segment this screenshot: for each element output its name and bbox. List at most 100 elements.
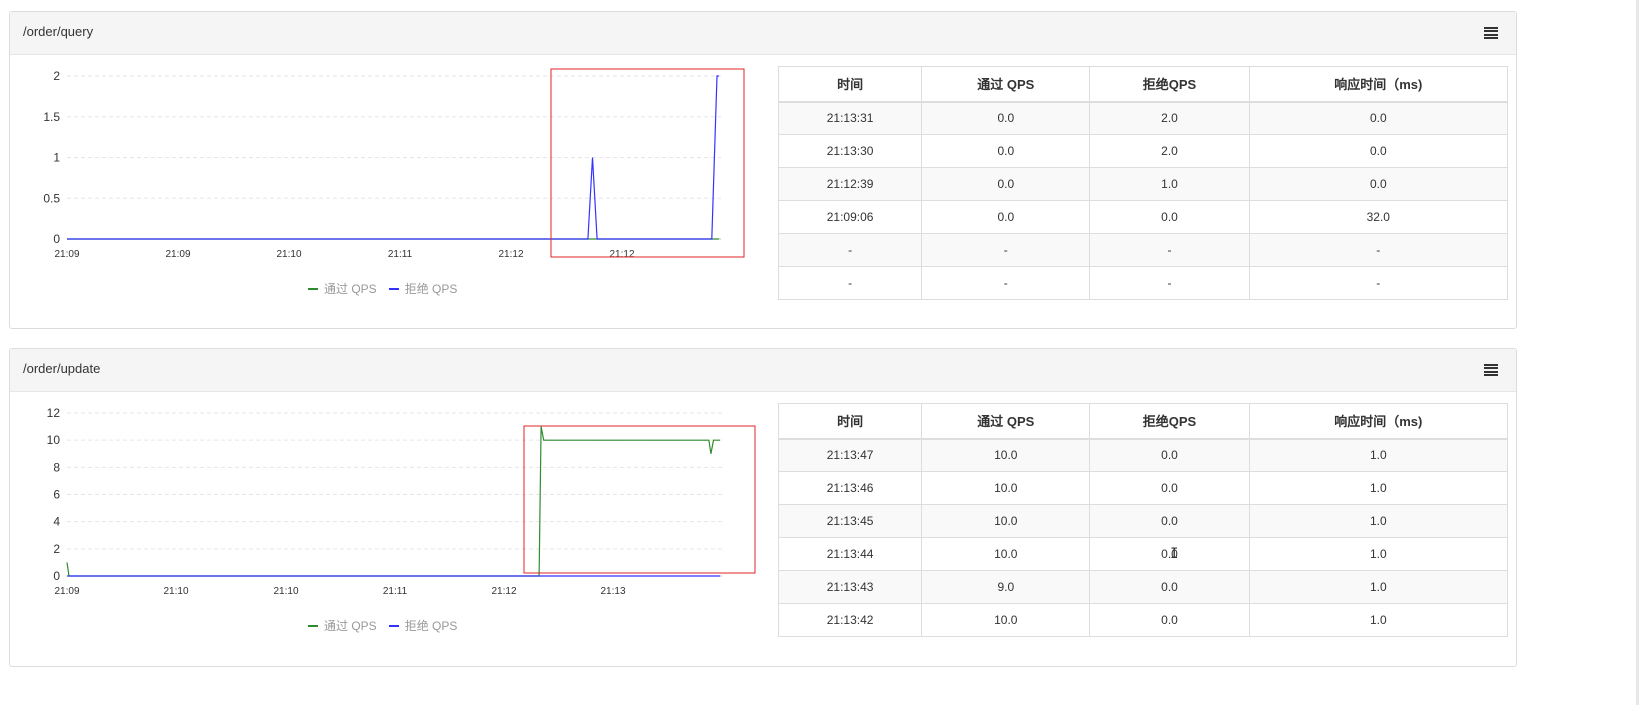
table-cell: 0.0 [921, 200, 1091, 234]
legend-swatch [308, 287, 318, 290]
column-header: 时间 [777, 403, 923, 440]
table-cell: 21:13:47 [777, 438, 923, 472]
table-cell: 0.0 [1089, 200, 1250, 234]
chart-legend: 通过 QPS 拒绝 QPS [308, 280, 457, 297]
legend-swatch [388, 624, 399, 627]
table-cell: 0.0 [921, 101, 1091, 135]
column-header: 拒绝QPS [1089, 403, 1250, 440]
x-tick-label: 21:12 [609, 249, 634, 260]
x-tick-label: 21:11 [383, 586, 408, 597]
legend-label: 拒绝 QPS [404, 619, 458, 633]
column-header: 响应时间（ms) [1248, 66, 1509, 103]
column-header: 通过 QPS [921, 66, 1091, 103]
table-header-row: 时间 通过 QPS 拒绝QPS 响应时间（ms) [777, 66, 1509, 103]
legend-label: 通过 QPS [324, 619, 377, 633]
highlight-box [523, 425, 756, 574]
legend-item-pass-qps[interactable]: 通过 QPS [308, 280, 377, 297]
table-cell: - [921, 233, 1091, 267]
x-tick-label: 21:09 [165, 249, 190, 260]
y-tick-label: 0 [53, 569, 60, 583]
table-cell: 21:13:46 [777, 471, 923, 505]
table-cell: - [1089, 233, 1250, 267]
table-cell: 0.0 [1089, 603, 1250, 637]
table-cell: 0.0 [1248, 167, 1509, 201]
table-cell: - [921, 266, 1091, 300]
table-row: 21:13:43 9.0 0.0 1.0 [777, 570, 1509, 604]
y-tick-label: 6 [53, 488, 60, 502]
legend-label: 拒绝 QPS [404, 282, 458, 296]
table-cell: - [777, 233, 923, 267]
table-cell: 0.0 [1248, 134, 1509, 168]
table-cell: 1.0 [1089, 167, 1250, 201]
table-cell: 21:12:39 [777, 167, 923, 201]
table-cell: 10.0 [921, 438, 1091, 472]
y-tick-label: 0 [53, 232, 60, 246]
table-cell: 1.0 [1248, 471, 1509, 505]
table-row: 21:13:42 10.0 0.0 1.0 [777, 603, 1509, 637]
table-row: 21:09:06 0.0 0.0 32.0 [777, 200, 1509, 234]
table-row: 21:13:30 0.0 2.0 0.0 [777, 134, 1509, 168]
table-cell: - [1248, 266, 1509, 300]
table-row: 21:13:46 10.0 0.0 1.0 [777, 471, 1509, 505]
legend-swatch [308, 624, 318, 627]
table-cell: 0.0 [1248, 101, 1509, 135]
menu-icon[interactable] [1484, 27, 1498, 39]
column-header: 通过 QPS [921, 403, 1091, 440]
table-cell: 1.0 [1248, 570, 1509, 604]
table-cell: 0.0 [1089, 504, 1250, 538]
series-line [66, 426, 720, 577]
table-row: 21:12:39 0.0 1.0 0.0 [777, 167, 1509, 201]
table-cell: 32.0 [1248, 200, 1509, 234]
legend-item-block-qps[interactable]: 拒绝 QPS [388, 617, 458, 634]
panel-header: /order/query [10, 12, 1516, 55]
menu-icon[interactable] [1484, 364, 1498, 376]
y-tick-label: 8 [53, 460, 60, 474]
table-cell: 21:13:43 [777, 570, 923, 604]
resource-panel-order-update: /order/update 0 2 4 6 8 10 12 21:09 21:10 21:10 21… [9, 348, 1517, 667]
x-tick-label: 21:09 [54, 249, 79, 260]
table-cell: - [777, 266, 923, 300]
y-tick-label: 2 [53, 542, 60, 556]
table-cell: 0.0 [921, 134, 1091, 168]
text-cursor-icon: I [1170, 546, 1179, 562]
legend-item-block-qps[interactable]: 拒绝 QPS [388, 280, 458, 297]
legend-item-pass-qps[interactable]: 通过 QPS [308, 617, 377, 634]
table-cell: 10.0 [921, 504, 1091, 538]
panel-title: /order/update [23, 361, 101, 376]
table-cell: 10.0 [921, 471, 1091, 505]
table-cell: 10.0 [921, 537, 1091, 571]
chart-legend: 通过 QPS 拒绝 QPS [308, 617, 457, 634]
column-header: 时间 [777, 66, 923, 103]
legend-label: 通过 QPS [324, 282, 377, 296]
table-cell: 9.0 [921, 570, 1091, 604]
panel-header: /order/update [10, 349, 1516, 392]
x-tick-label: 21:12 [491, 586, 516, 597]
table-header-row: 时间 通过 QPS 拒绝QPS 响应时间（ms) [777, 403, 1509, 440]
x-tick-label: 21:13 [600, 586, 625, 597]
highlight-box [550, 68, 745, 258]
panel-title: /order/query [23, 24, 94, 39]
table-cell: 2.0 [1089, 101, 1250, 135]
legend-swatch [388, 287, 399, 290]
table-row: 21:13:47 10.0 0.0 1.0 [777, 438, 1509, 472]
x-tick-label: 21:10 [276, 249, 301, 260]
qps-metrics-table: 时间 通过 QPS 拒绝QPS 响应时间（ms) 21:13:47 10.0 0.0 1.0… [777, 403, 1509, 637]
x-tick-label: 21:11 [388, 249, 413, 260]
table-cell: 21:13:44 [777, 537, 923, 571]
table-cell: 21:13:31 [777, 101, 923, 135]
table-cell: 21:13:30 [777, 134, 923, 168]
table-cell: 0.0 [1089, 438, 1250, 472]
x-tick-label: 21:10 [163, 586, 188, 597]
y-tick-label: 1.5 [43, 110, 60, 124]
table-cell: 0.0 [1089, 471, 1250, 505]
table-cell: 1.0 [1248, 603, 1509, 637]
table-cell: 1.0 [1248, 537, 1509, 571]
x-tick-label: 21:09 [54, 586, 79, 597]
table-cell: 1.0 [1248, 438, 1509, 472]
table-cell: 0.0 [1089, 570, 1250, 604]
table-cell: 2.0 [1089, 134, 1250, 168]
y-tick-label: 0.5 [43, 191, 60, 205]
y-tick-label: 2 [53, 69, 60, 83]
table-cell: 21:13:42 [777, 603, 923, 637]
table-cell: - [1248, 233, 1509, 267]
